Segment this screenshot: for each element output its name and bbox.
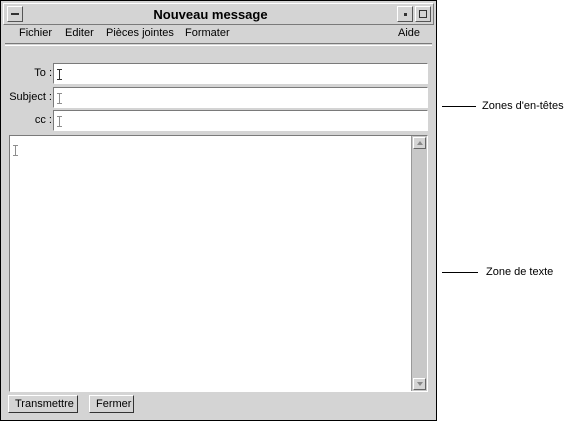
window-menu-button[interactable]	[7, 6, 23, 22]
headers-callout-line	[442, 106, 476, 107]
subject-field[interactable]	[53, 87, 428, 108]
scroll-down-arrow-icon[interactable]	[413, 378, 426, 390]
window-title: Nouveau message	[153, 7, 268, 22]
title-bar[interactable]: Nouveau message	[3, 3, 434, 25]
minimize-button[interactable]	[397, 6, 413, 22]
menu-pieces-jointes[interactable]: Pièces jointes	[106, 27, 174, 39]
to-row: To :	[5, 63, 429, 85]
menu-editer[interactable]: Editer	[65, 27, 94, 39]
text-cursor-icon	[57, 93, 62, 104]
scroll-up-arrow-icon[interactable]	[413, 137, 426, 149]
to-field[interactable]	[53, 63, 428, 84]
headers-zone-label: Zones d'en-têtes	[482, 100, 564, 112]
menu-divider	[5, 45, 432, 46]
text-zone-label: Zone de texte	[486, 266, 554, 278]
menu-aide[interactable]: Aide	[398, 27, 420, 39]
cc-field[interactable]	[53, 110, 428, 131]
cc-label: cc :	[34, 114, 52, 126]
message-body-textarea[interactable]	[10, 136, 411, 391]
text-cursor-icon	[57, 69, 62, 80]
subject-row: Subject :	[5, 87, 429, 109]
send-button[interactable]: Transmettre	[8, 395, 78, 413]
cc-row: cc :	[5, 110, 429, 132]
message-body-frame	[9, 135, 428, 392]
minimize-icon	[404, 13, 407, 16]
text-callout-line	[442, 272, 478, 273]
to-label: To :	[34, 67, 52, 79]
menu-fichier[interactable]: Fichier	[19, 27, 52, 39]
text-cursor-icon	[13, 145, 18, 156]
mail-compose-window: Nouveau message Fichier Editer Pièces jo…	[0, 0, 437, 421]
maximize-icon	[419, 10, 427, 18]
subject-label: Subject :	[9, 91, 52, 103]
vertical-scrollbar[interactable]	[411, 136, 427, 391]
close-button[interactable]: Fermer	[89, 395, 134, 413]
maximize-button[interactable]	[415, 6, 431, 22]
text-cursor-icon	[57, 116, 62, 127]
menu-formater[interactable]: Formater	[185, 27, 230, 39]
window-menu-icon	[11, 13, 19, 15]
menu-bar: Fichier Editer Pièces jointes Formater A…	[5, 26, 432, 44]
